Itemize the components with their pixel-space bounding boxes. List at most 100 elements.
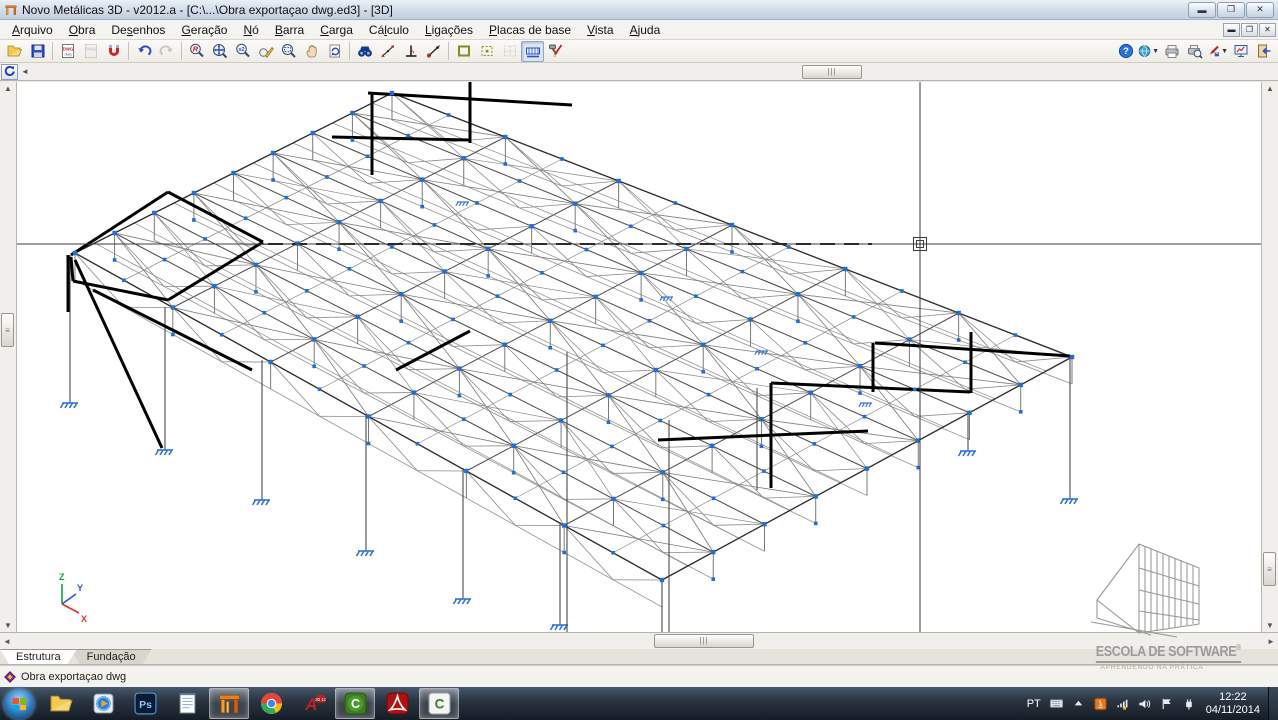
scroll-down-arrow-right[interactable]: ▼ (1262, 621, 1278, 630)
help-button[interactable]: ? (1114, 41, 1137, 62)
taskbar-app-windows-explorer[interactable] (41, 688, 81, 719)
taskbar-app-photoshop[interactable]: Ps (125, 688, 165, 719)
pan-hand-button[interactable] (300, 41, 323, 62)
java-tray-icon[interactable] (1092, 696, 1110, 712)
mdi-minimize-button[interactable]: ▬ (1223, 23, 1240, 37)
close-button[interactable]: ✕ (1246, 2, 1274, 18)
left-scrollbar: ▲ ≡ ▼ (0, 82, 17, 632)
taskbar-app-chrome[interactable] (251, 688, 291, 719)
zoom-x2-button[interactable]: x2 (231, 41, 254, 62)
taskbar-app-notepad[interactable] (167, 688, 207, 719)
menu-item-ajuda[interactable]: Ajuda (622, 21, 669, 39)
orthogonal-icon (403, 43, 419, 59)
export-send-button[interactable]: ▼ (1206, 41, 1229, 62)
mdi-restore-button[interactable]: ❐ (1241, 23, 1258, 37)
taskbar-app-metalicas-3d[interactable] (209, 688, 249, 719)
angle-line-button[interactable] (422, 41, 445, 62)
zoom-window-button[interactable] (277, 41, 300, 62)
dimensions-toggle-button[interactable] (521, 41, 544, 62)
taskbar-app-camtasia[interactable]: C (335, 688, 375, 719)
scroll-left-arrow[interactable]: ◄ (18, 67, 32, 76)
menu-bar: ArquivoObraDesenhosGeraçãoNóBarraCargaCá… (0, 20, 1278, 40)
autocad-icon: A20 10 (301, 691, 326, 716)
tools-hammer-icon (548, 43, 564, 59)
maximize-button[interactable]: ❐ (1217, 2, 1245, 18)
zoom-real-icon: R (189, 43, 205, 59)
scroll-down-arrow[interactable]: ▼ (0, 621, 16, 630)
taskbar-app-adobe-reader[interactable] (377, 688, 417, 719)
language-indicator[interactable]: PT (1022, 698, 1046, 710)
sheet-tab-row: EstruturaFundação (0, 649, 1278, 665)
measure-button[interactable] (376, 41, 399, 62)
menu-item-no[interactable]: Nó (235, 21, 266, 39)
menu-item-obra[interactable]: Obra (61, 21, 104, 39)
top-scrollbar-thumb[interactable]: ||| (802, 65, 862, 79)
scroll-up-arrow[interactable]: ▲ (0, 84, 16, 93)
svg-text:Z: Z (59, 572, 65, 582)
search-binoculars-button[interactable] (353, 41, 376, 62)
volume-tray-icon[interactable] (1136, 696, 1154, 712)
tab-fundacao[interactable]: Fundação (71, 649, 152, 664)
power-plug-tray-icon[interactable] (1180, 696, 1198, 712)
zoom-pencil-button[interactable] (254, 41, 277, 62)
scroll-up-arrow-right[interactable]: ▲ (1262, 84, 1278, 93)
start-button[interactable] (4, 689, 34, 719)
bscroll-right-arrow[interactable]: ► (1264, 637, 1278, 646)
camtasia-recorder-icon: C (427, 691, 452, 716)
toolbar-separator (448, 42, 449, 60)
tools-hammer-button[interactable] (544, 41, 567, 62)
support-icon (859, 403, 872, 407)
menu-item-ligacoes[interactable]: Ligações (417, 21, 481, 39)
menu-item-desenhos[interactable]: Desenhos (103, 21, 173, 39)
mdi-close-button[interactable]: ✕ (1259, 23, 1276, 37)
svg-text:x2: x2 (238, 47, 244, 53)
keyboard-tray-icon[interactable] (1048, 696, 1066, 712)
menu-item-arquivo[interactable]: Arquivo (4, 21, 61, 39)
help-icon: ? (1118, 43, 1134, 59)
zoom-real-button[interactable]: R (185, 41, 208, 62)
print-preview-button[interactable] (1183, 41, 1206, 62)
taskbar-app-autocad[interactable]: A20 10 (293, 688, 333, 719)
show-desktop-button[interactable] (1268, 687, 1278, 720)
menu-item-placas-de-base[interactable]: Placas de base (481, 21, 579, 39)
window-title: Novo Metálicas 3D - v2012.a - [C:\...\Ob… (22, 3, 393, 17)
orthogonal-button[interactable] (399, 41, 422, 62)
dropdown-caret-icon[interactable]: ▼ (1152, 48, 1159, 55)
tab-estrutura[interactable]: Estrutura (0, 649, 77, 664)
menu-item-vista[interactable]: Vista (579, 21, 621, 39)
redraw-button[interactable] (323, 41, 346, 62)
save-file-button[interactable] (26, 41, 49, 62)
snap-magnet-button[interactable] (102, 41, 125, 62)
zoom-extents-button[interactable] (208, 41, 231, 62)
show-hidden-tray-icon[interactable] (1070, 696, 1088, 712)
rotate-view-button[interactable] (1, 64, 18, 80)
export-send-icon (1207, 43, 1220, 59)
taskbar-app-camtasia-recorder[interactable]: C (419, 688, 459, 719)
export-dwg-button[interactable]: DWGdwg (56, 41, 79, 62)
print-button[interactable] (1160, 41, 1183, 62)
menu-item-calculo[interactable]: Cálculo (361, 21, 417, 39)
menu-item-carga[interactable]: Carga (312, 21, 361, 39)
bscroll-left-arrow[interactable]: ◄ (0, 637, 14, 646)
menu-item-geracao[interactable]: Geração (173, 21, 235, 39)
select-nodes-button[interactable] (475, 41, 498, 62)
rotate-icon (3, 65, 16, 78)
menu-item-barra[interactable]: Barra (267, 21, 312, 39)
web-globe-button[interactable]: ▼ (1137, 41, 1160, 62)
bottom-scrollbar-thumb[interactable]: ||| (654, 634, 754, 648)
right-scrollbar-thumb[interactable]: ≡ (1263, 552, 1276, 586)
support-icon (660, 297, 673, 301)
minimize-button[interactable]: ▬ (1188, 2, 1216, 18)
undo-button[interactable] (132, 41, 155, 62)
taskbar-app-media-player[interactable] (83, 688, 123, 719)
action-center-flag-tray-icon[interactable] (1158, 696, 1176, 712)
select-rectangle-button[interactable] (452, 41, 475, 62)
left-scrollbar-thumb[interactable]: ≡ (1, 313, 14, 347)
network-tray-icon[interactable] (1114, 696, 1132, 712)
drawing-canvas[interactable]: ZYX (17, 82, 1261, 632)
taskbar-clock[interactable]: 12:22 04/11/2014 (1206, 691, 1260, 717)
open-file-button[interactable] (3, 41, 26, 62)
exit-door-button[interactable] (1252, 41, 1275, 62)
dropdown-caret-icon[interactable]: ▼ (1221, 48, 1228, 55)
presentation-button[interactable] (1229, 41, 1252, 62)
